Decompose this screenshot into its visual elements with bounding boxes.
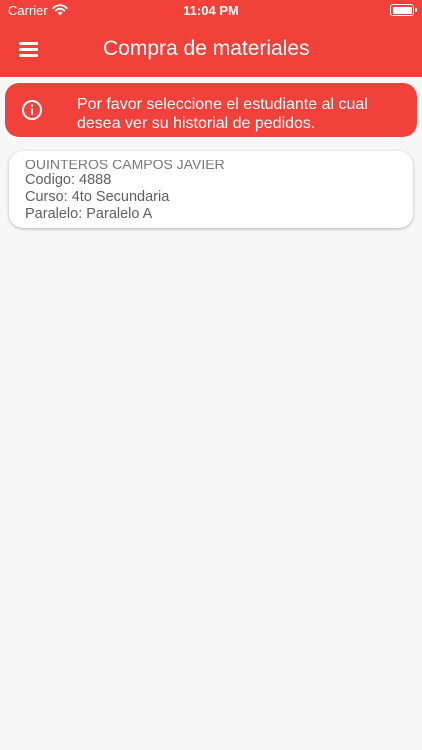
info-icon [22,100,42,120]
page-title: Compra de materiales [103,37,310,60]
app-header: Carrier 11:04 PM Compra de materiales [0,0,422,77]
screen: Carrier 11:04 PM Compra de materiales Po… [0,0,422,750]
menu-line [19,48,38,51]
student-code: Codigo: 4888 [25,172,112,188]
status-bar: Carrier 11:04 PM [0,0,422,24]
student-card[interactable]: QUINTEROS CAMPOS JAVIER Codigo: 4888 Cur… [9,151,413,228]
menu-line [19,42,38,45]
status-time: 11:04 PM [183,3,239,18]
battery-icon [390,4,417,16]
student-name: QUINTEROS CAMPOS JAVIER [25,160,225,169]
student-course: Curso: 4to Secundaria [25,189,170,205]
info-banner: Por favor seleccione el estudiante al cu… [5,83,417,137]
student-parallel: Paralelo: Paralelo A [25,206,153,222]
hamburger-menu-icon[interactable] [11,34,47,64]
student-name-text: QUINTEROS CAMPOS JAVIER [25,160,225,169]
banner-message: Por favor seleccione el estudiante al cu… [77,96,368,132]
menu-line [19,54,38,57]
